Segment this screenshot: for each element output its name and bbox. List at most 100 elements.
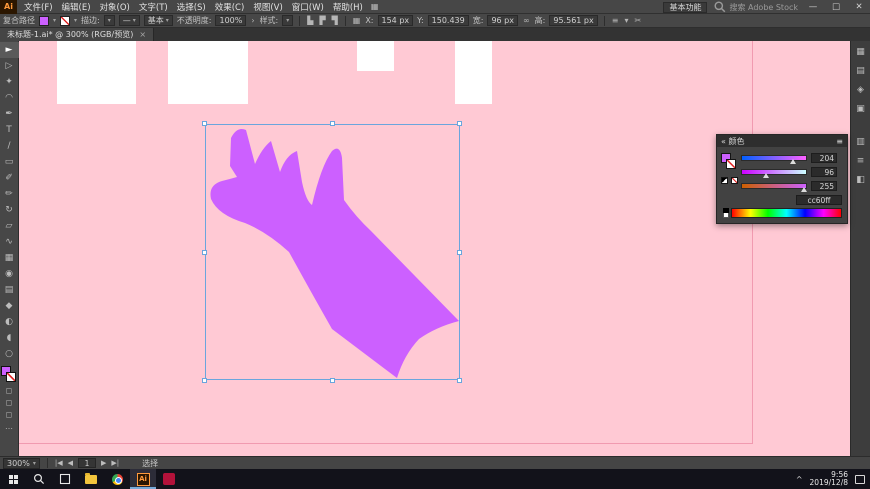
stroke-dropdown-icon[interactable]: ▾ xyxy=(74,17,77,24)
menu-view[interactable]: 视图(V) xyxy=(253,1,282,13)
color-panel-header[interactable]: « 颜色 ≡ xyxy=(717,135,847,147)
zoom-level-dropdown[interactable]: 300% ▾ xyxy=(3,457,40,469)
draw-normal-mode-icon[interactable]: ◻ xyxy=(0,384,19,396)
next-artboard-button[interactable]: ▶ xyxy=(101,459,106,467)
stroke-weight-input[interactable]: ▾ xyxy=(103,15,115,26)
taskbar-search-button[interactable] xyxy=(26,469,52,489)
selection-handle-bottom-left[interactable] xyxy=(202,378,207,383)
stroke-color-swatch[interactable] xyxy=(60,15,71,26)
task-view-button[interactable] xyxy=(52,469,78,489)
width-tool[interactable]: ∿ xyxy=(0,234,19,250)
blue-slider[interactable] xyxy=(741,183,807,192)
selection-tool[interactable]: ► xyxy=(0,42,19,58)
selection-handle-top-center[interactable] xyxy=(330,121,335,126)
menu-help[interactable]: 帮助(H) xyxy=(333,1,363,13)
magic-wand-tool[interactable]: ✦ xyxy=(0,74,19,90)
y-input[interactable]: 150.439 xyxy=(427,15,469,26)
pen-tool[interactable]: ✒ xyxy=(0,106,19,122)
fill-stroke-indicator[interactable] xyxy=(1,366,17,384)
minimize-button[interactable]: — xyxy=(805,2,821,12)
pencil-tool[interactable]: ✏ xyxy=(0,186,19,202)
hand-tool[interactable]: ◖ xyxy=(0,330,19,346)
direct-selection-tool[interactable]: ▷ xyxy=(0,58,19,74)
artboards-panel-icon[interactable]: ▣ xyxy=(853,102,869,115)
menu-edit[interactable]: 编辑(E) xyxy=(62,1,91,13)
align-left-icon[interactable]: ▙ xyxy=(306,16,314,25)
action-center-icon[interactable] xyxy=(855,474,865,484)
menu-type[interactable]: 文字(T) xyxy=(139,1,168,13)
selection-handle-mid-left[interactable] xyxy=(202,250,207,255)
green-slider[interactable] xyxy=(741,169,807,178)
none-color-icon[interactable] xyxy=(731,177,738,184)
x-input[interactable]: 154 px xyxy=(377,15,414,26)
green-value-input[interactable]: 96 xyxy=(811,167,837,177)
last-artboard-button[interactable]: ▶| xyxy=(111,459,119,467)
line-segment-tool[interactable]: / xyxy=(0,138,19,154)
width-profile-dropdown[interactable]: — ▾ xyxy=(118,15,140,26)
eyedropper-tool[interactable]: ◆ xyxy=(0,298,19,314)
red-app-button[interactable] xyxy=(156,469,182,489)
style-dropdown[interactable]: ▾ xyxy=(282,15,294,26)
file-explorer-button[interactable] xyxy=(78,469,104,489)
selection-handle-top-right[interactable] xyxy=(457,121,462,126)
workspace-switcher[interactable]: 基本功能 xyxy=(663,1,708,13)
canvas[interactable] xyxy=(19,41,850,456)
white-letter-shape[interactable] xyxy=(357,41,394,71)
shape-builder-tool[interactable]: ◉ xyxy=(0,266,19,282)
white-letter-shape[interactable] xyxy=(455,41,492,104)
opacity-more-icon[interactable]: › xyxy=(250,16,255,25)
draw-inside-mode-icon[interactable]: ◻ xyxy=(0,408,19,420)
menu-effect[interactable]: 效果(C) xyxy=(215,1,245,13)
gradient-panel-icon[interactable]: ◧ xyxy=(853,173,869,186)
white-letter-shape[interactable] xyxy=(57,41,136,104)
illustrator-taskbar-button[interactable]: Ai xyxy=(130,469,156,489)
type-tool[interactable]: T xyxy=(0,122,19,138)
panel-fill-stroke-indicator[interactable] xyxy=(721,153,739,171)
stroke-indicator[interactable] xyxy=(6,372,16,382)
first-artboard-button[interactable]: |◀ xyxy=(55,459,63,467)
chrome-button[interactable] xyxy=(104,469,130,489)
tray-expand-icon[interactable]: ^ xyxy=(796,475,803,484)
tab-close-icon[interactable]: × xyxy=(139,30,146,39)
arrange-documents-icon[interactable]: ▦ xyxy=(371,2,379,11)
selection-handle-bottom-center[interactable] xyxy=(330,378,335,383)
zoom-tool[interactable]: ○ xyxy=(0,346,19,362)
panel-collapse-icon[interactable]: « xyxy=(721,137,726,146)
transform-panel-icon[interactable]: ▦ xyxy=(352,16,362,25)
white-letter-shape[interactable] xyxy=(168,41,248,104)
black-white-chips[interactable] xyxy=(723,208,729,218)
black-white-swatch-icon[interactable] xyxy=(721,177,728,184)
screen-mode-icon[interactable]: … xyxy=(0,420,19,432)
document-tab[interactable]: 未标题-1.ai* @ 300% (RGB/预览) × xyxy=(0,28,155,41)
selection-handle-bottom-right[interactable] xyxy=(457,378,462,383)
start-button[interactable] xyxy=(0,469,26,489)
brush-dropdown[interactable]: 基本 ▾ xyxy=(143,15,173,26)
constrain-proportions-icon[interactable]: ∞ xyxy=(522,16,531,25)
red-slider-knob[interactable] xyxy=(790,159,797,164)
selection-bounding-box[interactable] xyxy=(205,124,460,380)
gradient-tool[interactable]: ▤ xyxy=(0,282,19,298)
stock-search[interactable]: 搜索 Adobe Stock xyxy=(714,1,798,13)
menu-window[interactable]: 窗口(W) xyxy=(292,1,324,13)
fill-color-swatch[interactable] xyxy=(39,15,49,26)
blend-tool[interactable]: ◐ xyxy=(0,314,19,330)
panel-menu-icon[interactable]: ≡ xyxy=(836,137,843,146)
align-center-icon[interactable]: ▛ xyxy=(318,16,326,25)
paintbrush-tool[interactable]: ✐ xyxy=(0,170,19,186)
properties-panel-icon[interactable]: ≡ xyxy=(853,154,869,167)
scale-tool[interactable]: ▱ xyxy=(0,218,19,234)
layers-panel-icon[interactable]: ▥ xyxy=(853,135,869,148)
close-button[interactable]: ✕ xyxy=(851,2,867,12)
scissors-icon[interactable]: ✂ xyxy=(633,16,642,25)
brushes-panel-icon[interactable]: ▤ xyxy=(853,64,869,77)
height-input[interactable]: 95.561 px xyxy=(549,15,598,26)
hex-value-input[interactable]: cc60ff xyxy=(796,195,842,205)
stroke-weight-dropdown-icon[interactable]: ▾ xyxy=(108,17,111,24)
rectangle-tool[interactable]: ▭ xyxy=(0,154,19,170)
symbols-panel-icon[interactable]: ◈ xyxy=(853,83,869,96)
previous-artboard-button[interactable]: ◀ xyxy=(68,459,73,467)
artboard-number-input[interactable]: 1 xyxy=(78,458,97,468)
maximize-button[interactable]: □ xyxy=(828,2,844,12)
free-transform-tool[interactable]: ▦ xyxy=(0,250,19,266)
panel-stroke-swatch[interactable] xyxy=(726,159,736,169)
